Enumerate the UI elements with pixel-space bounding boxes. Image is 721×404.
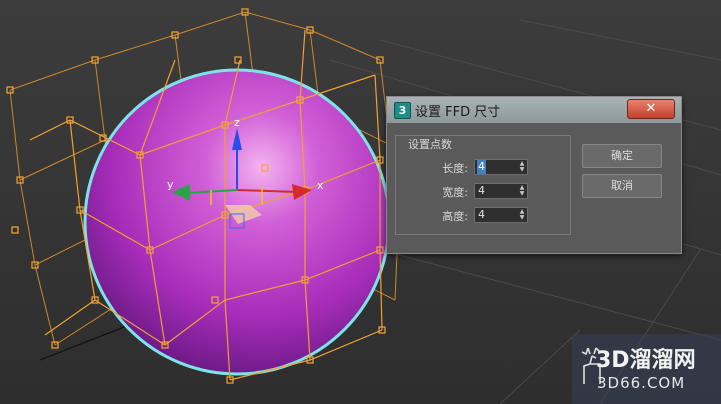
dialog-title: 设置 FFD 尺寸: [415, 105, 501, 120]
ok-button[interactable]: 确定: [582, 144, 662, 168]
spinner-arrows-icon[interactable]: ▲ ▼: [518, 161, 526, 173]
length-label: 长度:: [442, 162, 468, 175]
watermark-text-2: 3D66.COM: [597, 374, 686, 392]
axis-label-y: y: [167, 178, 174, 191]
width-spinner[interactable]: 4 ▲ ▼: [474, 183, 528, 199]
watermark-text-1: 3D溜溜网: [596, 348, 696, 373]
group-label: 设置点数: [408, 138, 452, 151]
axis-label-x: x: [317, 179, 324, 192]
cancel-button[interactable]: 取消: [582, 174, 662, 198]
spinner-arrows-icon[interactable]: ▲ ▼: [518, 209, 526, 221]
width-label: 宽度:: [442, 186, 468, 199]
length-spinner[interactable]: 4 ▲ ▼: [474, 159, 528, 175]
app-icon: 3: [394, 102, 411, 119]
close-button[interactable]: ✕: [627, 99, 675, 119]
length-value[interactable]: 4: [477, 160, 486, 174]
height-spinner[interactable]: 4 ▲ ▼: [474, 207, 528, 223]
axis-label-z: z: [234, 116, 240, 129]
height-value[interactable]: 4: [477, 208, 486, 222]
dialog-titlebar[interactable]: 3 设置 FFD 尺寸 ✕: [387, 97, 681, 123]
width-value[interactable]: 4: [477, 184, 486, 198]
spinner-arrows-icon[interactable]: ▲ ▼: [518, 185, 526, 197]
height-label: 高度:: [442, 210, 468, 223]
